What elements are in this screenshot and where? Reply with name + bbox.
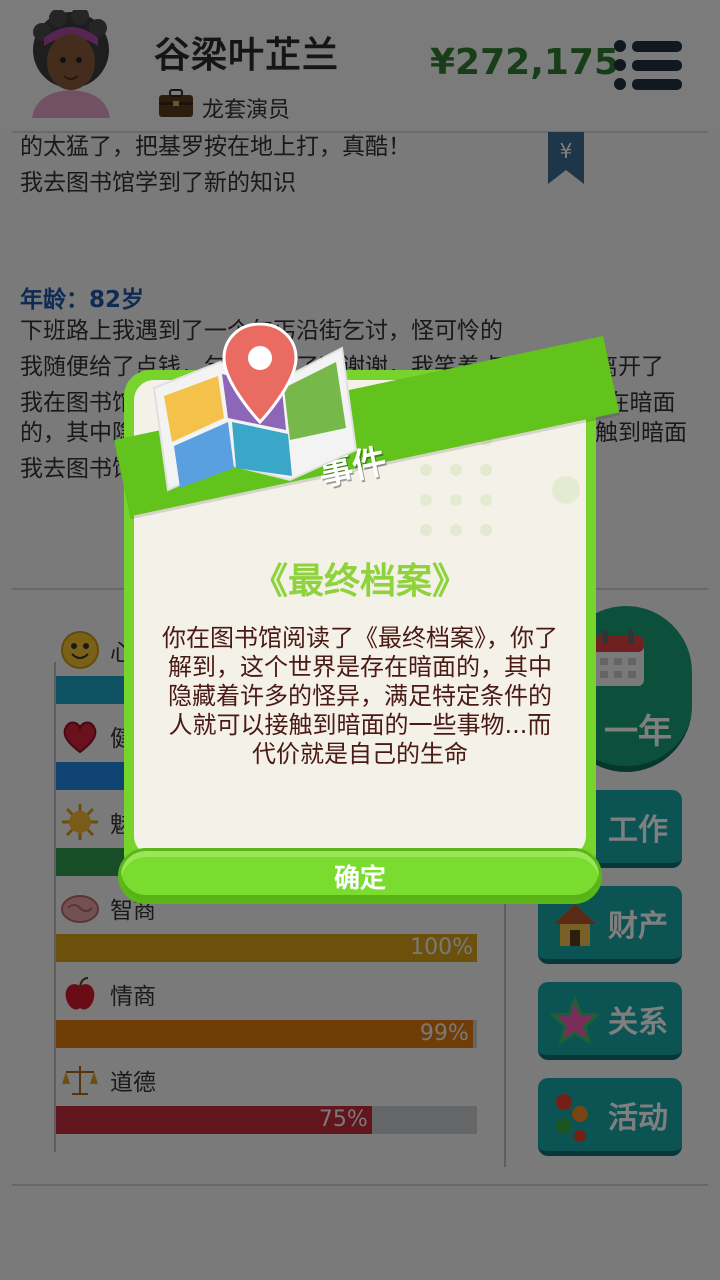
event-description: 你在图书馆阅读了《最终档案》，你了解到，这个世界是存在暗面的，其中隐藏着许多的怪… xyxy=(162,624,558,768)
map-pin-icon xyxy=(152,322,358,492)
confirm-button[interactable]: 确定 xyxy=(118,848,602,904)
event-title: 《最终档案》 xyxy=(251,561,468,602)
confirm-label: 确定 xyxy=(333,863,386,894)
